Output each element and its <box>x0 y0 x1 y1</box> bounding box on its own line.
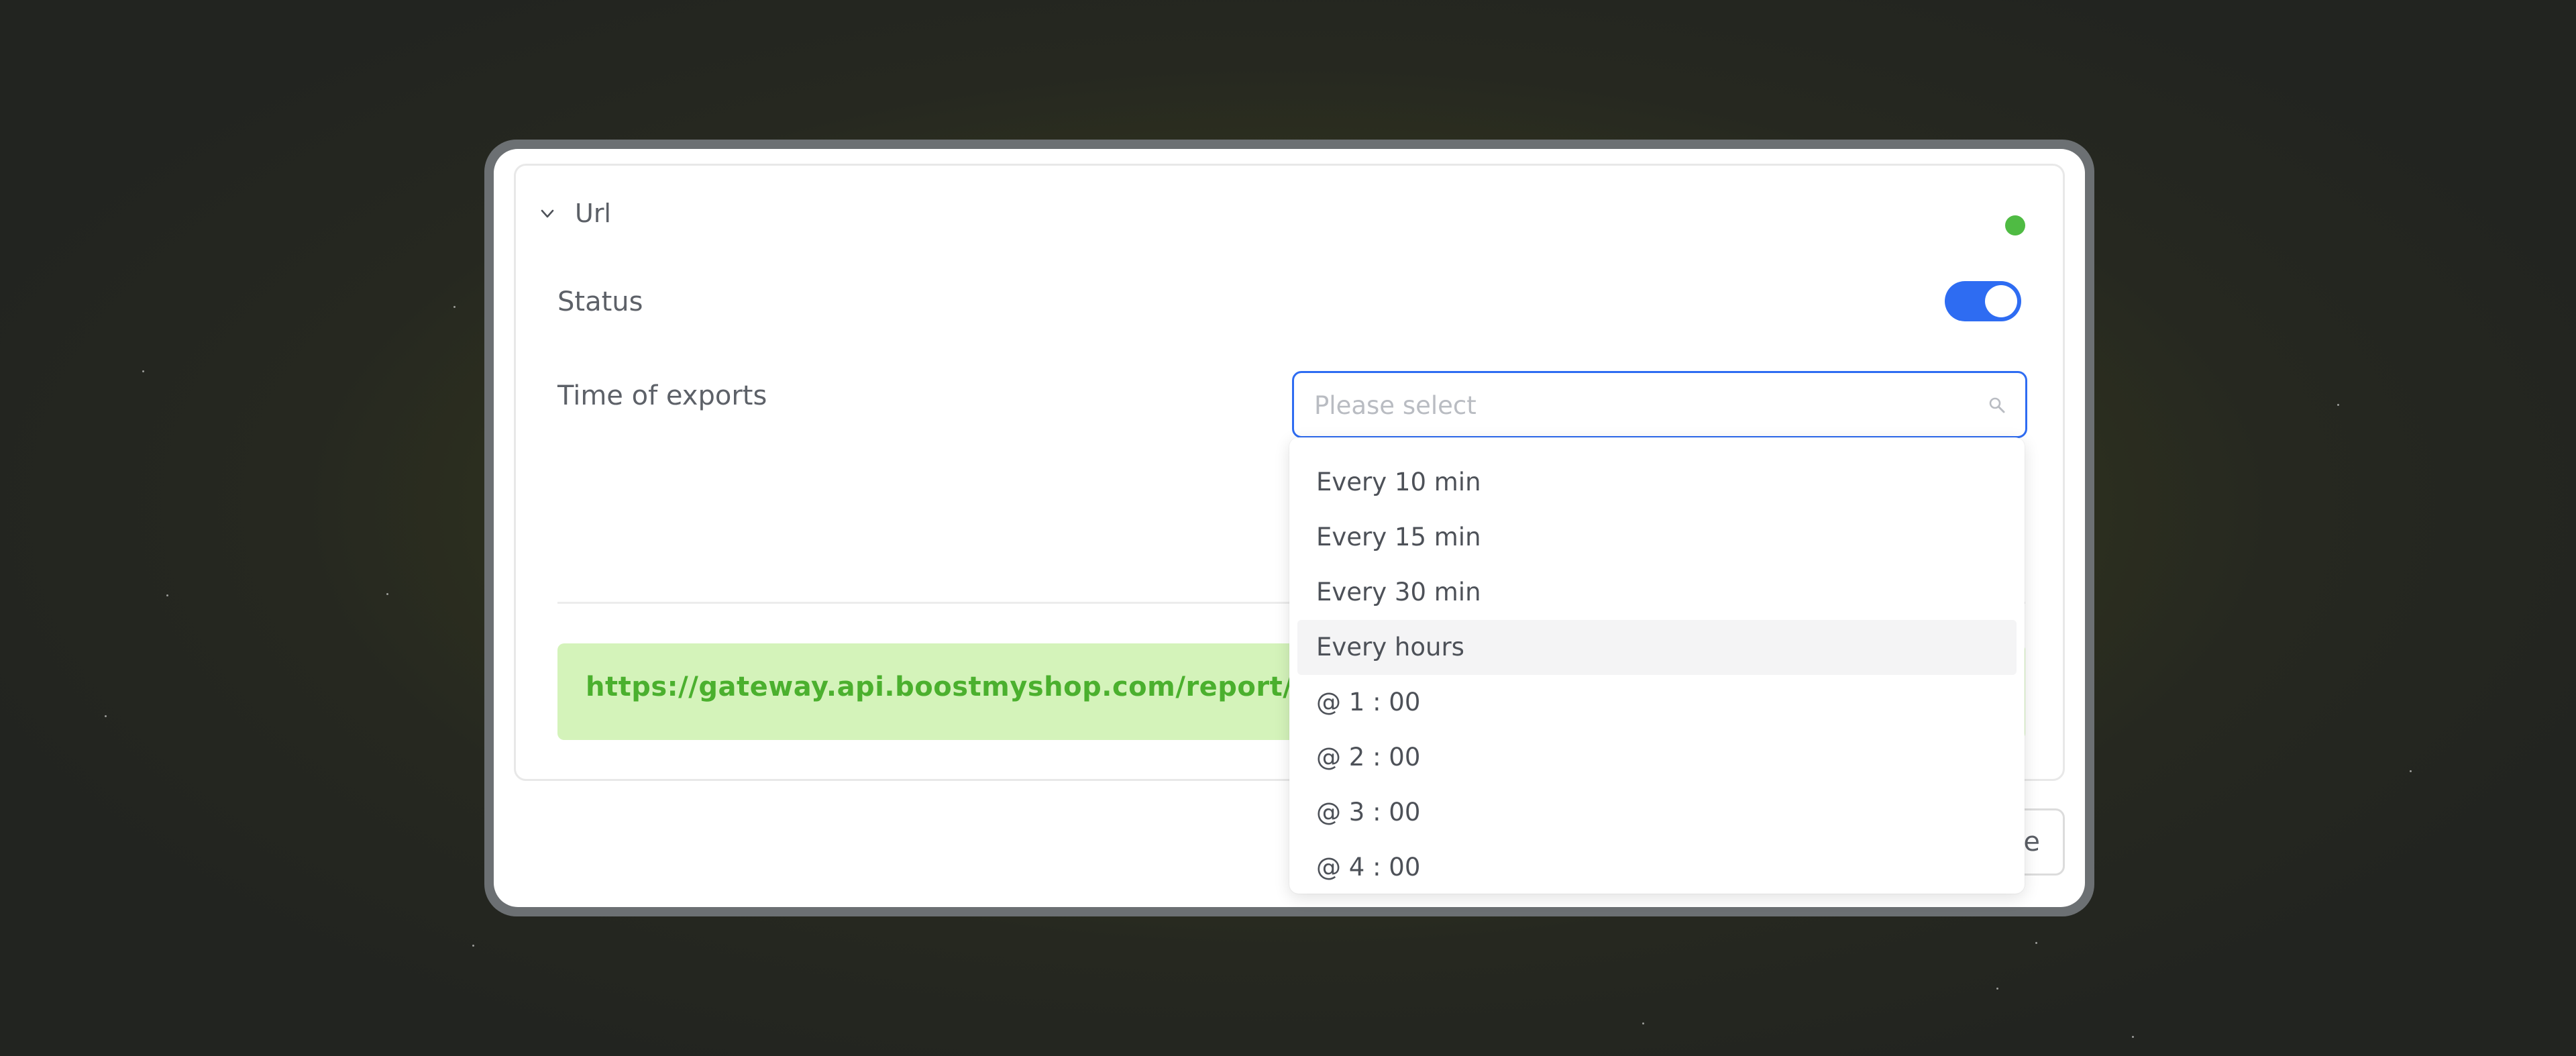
background-star <box>2132 1036 2134 1038</box>
dropdown-option[interactable]: Every 10 min <box>1297 455 2017 510</box>
status-label: Status <box>557 286 643 317</box>
background-star <box>2410 770 2412 772</box>
background-star <box>1642 1022 1644 1024</box>
background-star <box>2035 942 2037 944</box>
export-url-text[interactable]: https://gateway.api.boostmyshop.com/repo… <box>586 672 1356 702</box>
background-star <box>472 945 474 947</box>
background-star <box>105 715 107 717</box>
background-star <box>453 306 455 308</box>
dropdown-option[interactable]: @ 1 : 00 <box>1297 675 2017 730</box>
dropdown-option[interactable]: Every 30 min <box>1297 565 2017 620</box>
dropdown-option[interactable]: @ 2 : 00 <box>1297 730 2017 785</box>
background-star <box>2337 404 2339 406</box>
status-toggle[interactable] <box>1945 281 2021 321</box>
dropdown-option-hovered[interactable]: Every hours <box>1297 620 2017 675</box>
toggle-knob <box>1985 285 2017 317</box>
dropdown-option[interactable]: Every 15 min <box>1297 510 2017 565</box>
dropdown-option[interactable]: @ 3 : 00 <box>1297 785 2017 840</box>
time-of-exports-label: Time of exports <box>557 380 767 411</box>
background-star <box>386 593 388 595</box>
dropdown-option[interactable]: @ 4 : 00 <box>1297 840 2017 895</box>
background-star <box>142 370 144 372</box>
time-of-exports-dropdown: Every 10 min Every 15 min Every 30 min E… <box>1289 437 2025 894</box>
chevron-down-icon[interactable] <box>540 206 555 221</box>
time-of-exports-input[interactable] <box>1313 373 1960 437</box>
time-of-exports-select[interactable] <box>1292 371 2027 438</box>
panel-title: Url <box>575 199 611 228</box>
background-star <box>1996 988 1998 990</box>
background-star <box>166 594 168 596</box>
status-indicator-dot <box>2005 215 2025 235</box>
search-icon <box>1989 397 2005 413</box>
url-panel-header[interactable]: Url <box>540 197 611 230</box>
